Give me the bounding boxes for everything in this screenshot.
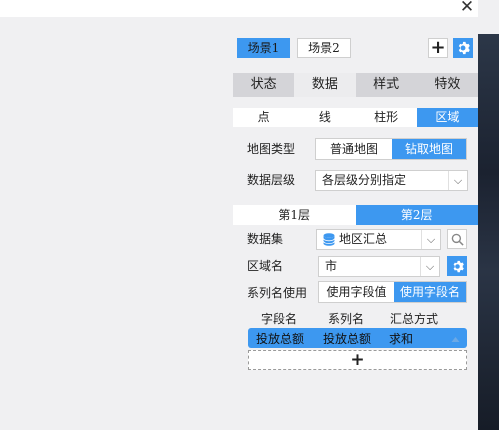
tab-style[interactable]: 样式 <box>355 73 417 97</box>
use-field-value[interactable]: 使用字段值 <box>319 282 394 302</box>
chevron-down-icon[interactable]: ⌵ <box>421 230 440 249</box>
layer-tab-1[interactable]: 第1层 <box>233 205 356 225</box>
sub-tabs: 点 线 柱形 区域 <box>233 108 478 127</box>
dataset-label: 数据集 <box>247 232 284 246</box>
map-type-label: 地图类型 <box>247 142 296 156</box>
layer-tab-2[interactable]: 第2层 <box>355 205 478 225</box>
chevron-down-icon[interactable]: ⌵ <box>420 257 439 276</box>
dataset-value: 地区汇总 <box>339 232 388 246</box>
title-bar <box>0 0 478 17</box>
row-series: 投放总额 <box>323 331 372 346</box>
tab-status[interactable]: 状态 <box>233 73 295 97</box>
tab-effects[interactable]: 特效 <box>416 73 478 97</box>
region-select[interactable]: 市 ⌵ <box>318 256 440 277</box>
map-type-toggle: 普通地图 钻取地图 <box>315 138 467 160</box>
column-header-summary: 汇总方式 <box>390 312 439 326</box>
map-preview-strip <box>478 34 499 430</box>
series-name-label: 系列名使用 <box>247 286 308 300</box>
row-summary: 求和 <box>389 331 414 346</box>
use-field-name[interactable]: 使用字段名 <box>394 282 466 302</box>
column-header-field: 字段名 <box>261 312 298 326</box>
subtab-column[interactable]: 柱形 <box>356 108 417 127</box>
scene-tab-2[interactable]: 场景2 <box>297 38 351 58</box>
map-type-normal[interactable]: 普通地图 <box>316 139 392 159</box>
database-icon <box>323 233 335 246</box>
region-label: 区域名 <box>247 259 284 273</box>
plus-icon[interactable]: + <box>428 38 448 58</box>
data-level-select[interactable]: 各层级分别指定 ⌵ <box>315 170 468 191</box>
subtab-line[interactable]: 线 <box>294 108 355 127</box>
data-level-label: 数据层级 <box>247 173 296 187</box>
add-field-button[interactable]: + <box>248 350 467 370</box>
collapse-icon[interactable] <box>451 332 460 346</box>
data-level-value: 各层级分别指定 <box>322 173 407 187</box>
search-icon[interactable] <box>447 229 467 249</box>
subtab-region[interactable]: 区域 <box>416 108 478 127</box>
scene-tab-1[interactable]: 场景1 <box>237 38 290 58</box>
tab-data[interactable]: 数据 <box>294 73 356 97</box>
main-tabs: 状态 数据 样式 特效 <box>233 73 478 97</box>
series-name-toggle: 使用字段值 使用字段名 <box>318 281 467 303</box>
chevron-down-icon[interactable]: ⌵ <box>448 171 467 190</box>
row-field: 投放总额 <box>256 331 305 346</box>
gear-icon[interactable] <box>453 38 473 58</box>
gear-icon[interactable] <box>447 256 467 276</box>
close-icon[interactable]: ✕ <box>458 0 476 16</box>
subtab-point[interactable]: 点 <box>233 108 294 127</box>
map-type-drill[interactable]: 钻取地图 <box>392 139 466 159</box>
dataset-select[interactable]: 地区汇总 ⌵ <box>316 229 441 250</box>
column-header-series: 系列名 <box>328 312 365 326</box>
table-row[interactable]: 投放总额 投放总额 求和 <box>248 328 467 348</box>
layer-tabs: 第1层 第2层 <box>233 205 478 225</box>
region-value: 市 <box>325 259 338 273</box>
